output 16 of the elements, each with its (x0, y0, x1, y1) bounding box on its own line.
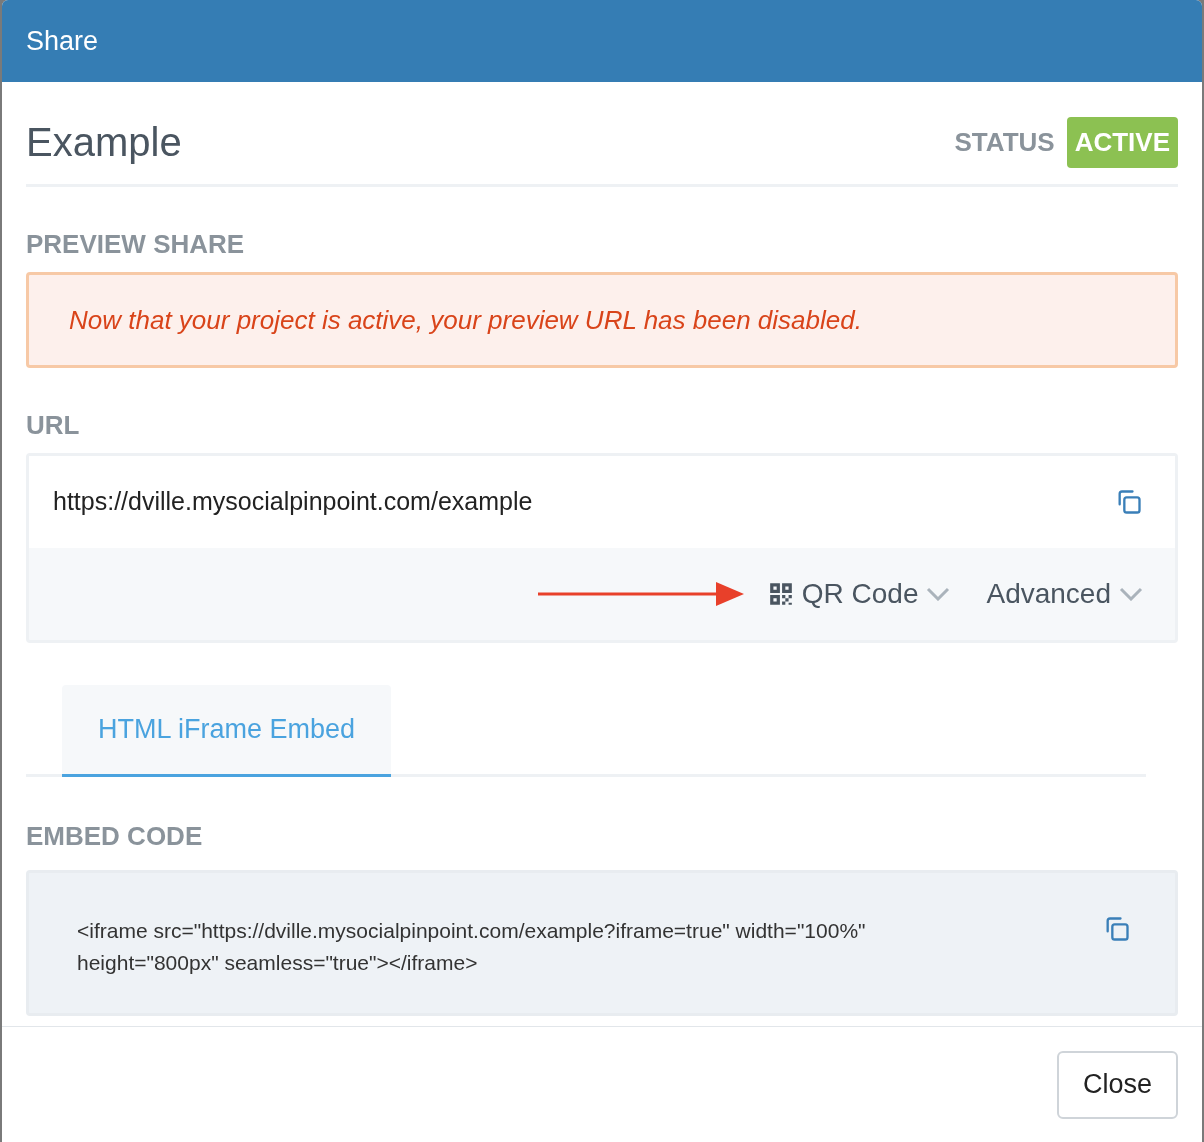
advanced-dropdown[interactable]: Advanced (986, 573, 1143, 615)
chevron-icon (926, 587, 951, 601)
chevron-icon (1119, 587, 1143, 601)
qr-code-icon (767, 581, 794, 607)
qr-code-dropdown[interactable]: QR Code (767, 573, 951, 615)
section-heading: URL (26, 409, 81, 442)
alert-text: Now that your project is active, your preview URL has been disabled. (69, 303, 862, 337)
embed-code-text: <iframe src="https://dville.mysocialpinpoint.com/example?iframe=true" width="100%" height="800px" seamless="true"></iframe> (77, 918, 867, 976)
section-heading: PREVIEW SHARE (26, 228, 246, 261)
dialog-title: Share (26, 24, 99, 58)
section-heading: EMBED CODE (26, 820, 204, 853)
project-name: Example (26, 119, 182, 166)
url-text: https://dville.mysocialpinpoint.com/example (53, 486, 533, 518)
status-label: STATUS (954, 125, 1055, 159)
status-badge: ACTIVE (1066, 116, 1178, 168)
close-button[interactable]: Close (1056, 1050, 1178, 1119)
